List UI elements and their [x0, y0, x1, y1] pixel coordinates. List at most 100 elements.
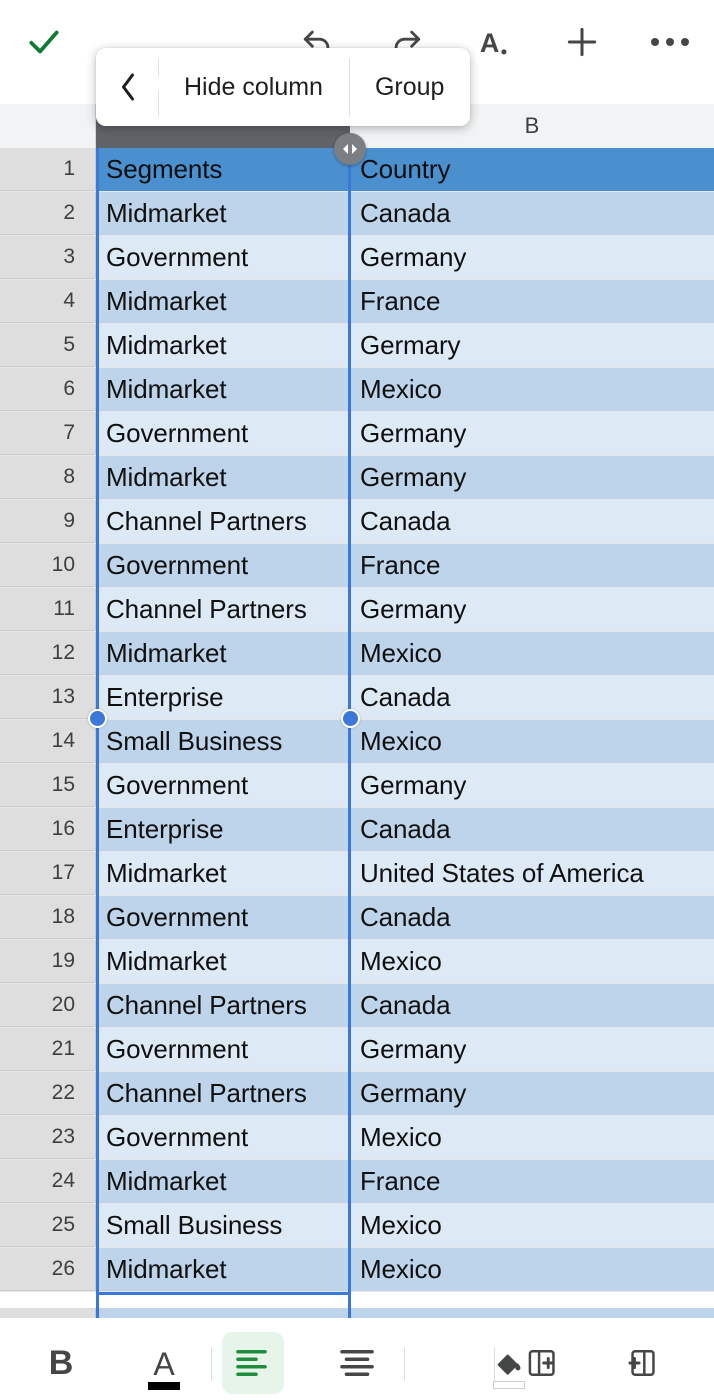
cell-country[interactable]: Country [350, 148, 714, 191]
row-header[interactable]: 26 [0, 1248, 96, 1291]
selection-handle-left[interactable] [88, 709, 107, 728]
row-header[interactable]: 14 [0, 720, 96, 763]
row-header[interactable]: 6 [0, 368, 96, 411]
insert-column-left-icon[interactable] [612, 1332, 674, 1394]
table-row[interactable]: 10 Government France [0, 544, 714, 588]
cell-country[interactable]: Canada [350, 984, 714, 1027]
cell-country[interactable]: Germany [350, 588, 714, 631]
row-header[interactable]: 2 [0, 192, 96, 235]
cell-country[interactable]: Mexico [350, 632, 714, 675]
cell-country[interactable]: Germany [350, 412, 714, 455]
table-row[interactable]: 5 Midmarket Germary [0, 324, 714, 368]
row-header[interactable]: 21 [0, 1028, 96, 1071]
table-row[interactable]: 11 Channel Partners Germany [0, 588, 714, 632]
table-row[interactable]: 19 Midmarket Mexico [0, 940, 714, 984]
table-row[interactable]: 7 Government Germany [0, 412, 714, 456]
cell-segments[interactable]: Government [96, 1116, 350, 1159]
cell-segments[interactable]: Midmarket [96, 1160, 350, 1203]
text-format-icon[interactable]: A [466, 14, 522, 70]
cell-country[interactable]: Canada [350, 192, 714, 235]
more-options-icon[interactable] [642, 14, 698, 70]
cell-country[interactable]: Germany [350, 456, 714, 499]
cell-country[interactable]: France [350, 544, 714, 587]
cell-segments[interactable]: Midmarket [96, 456, 350, 499]
insert-column-right-icon[interactable] [512, 1332, 574, 1394]
cell-country[interactable]: Germany [350, 1028, 714, 1071]
menu-item-hide-column[interactable]: Hide column [158, 48, 349, 126]
align-left-icon[interactable] [222, 1332, 284, 1394]
row-header[interactable]: 13 [0, 676, 96, 719]
cell-segments[interactable]: Channel Partners [96, 1072, 350, 1115]
cell-segments[interactable]: Channel Partners [96, 500, 350, 543]
row-header[interactable]: 18 [0, 896, 96, 939]
row-header[interactable]: 10 [0, 544, 96, 587]
cell-segments[interactable]: Midmarket [96, 324, 350, 367]
row-header[interactable]: 5 [0, 324, 96, 367]
table-row[interactable]: 26 Midmarket Mexico [0, 1248, 714, 1292]
row-header[interactable]: 12 [0, 632, 96, 675]
bold-icon[interactable]: B [30, 1332, 92, 1394]
cell-segments[interactable]: Midmarket [96, 192, 350, 235]
table-row[interactable]: 24 Midmarket France [0, 1160, 714, 1204]
table-row[interactable]: 20 Channel Partners Canada [0, 984, 714, 1028]
row-header[interactable]: 11 [0, 588, 96, 631]
table-row[interactable]: 3 Government Germany [0, 236, 714, 280]
table-row[interactable]: 17 Midmarket United States of America [0, 852, 714, 896]
cell-country[interactable]: Mexico [350, 940, 714, 983]
row-header[interactable]: 1 [0, 148, 96, 191]
row-header[interactable]: 15 [0, 764, 96, 807]
table-row[interactable]: 25 Small Business Mexico [0, 1204, 714, 1248]
cell-country[interactable]: France [350, 280, 714, 323]
cell-country[interactable]: Germany [350, 236, 714, 279]
cell-segments[interactable]: Government [96, 764, 350, 807]
cell-country[interactable]: Mexico [350, 1248, 714, 1291]
table-row[interactable]: 2 Midmarket Canada [0, 192, 714, 236]
row-header[interactable]: 3 [0, 236, 96, 279]
spreadsheet-grid[interactable]: 1 Segments Country 2 Midmarket Canada 3 Governm… [0, 148, 714, 1308]
row-header[interactable]: 19 [0, 940, 96, 983]
table-row[interactable]: 6 Midmarket Mexico [0, 368, 714, 412]
table-row[interactable]: 12 Midmarket Mexico [0, 632, 714, 676]
row-header[interactable]: 8 [0, 456, 96, 499]
cell-segments[interactable]: Midmarket [96, 632, 350, 675]
cell-country[interactable]: Germany [350, 1072, 714, 1115]
cell-country[interactable]: Germany [350, 764, 714, 807]
cell-country[interactable]: United States of America [350, 852, 714, 895]
row-header[interactable]: 9 [0, 500, 96, 543]
cell-segments[interactable]: Government [96, 236, 350, 279]
table-row[interactable]: 22 Channel Partners Germany [0, 1072, 714, 1116]
table-row[interactable]: 18 Government Canada [0, 896, 714, 940]
cell-country[interactable]: Germary [350, 324, 714, 367]
cell-segments[interactable]: Small Business [96, 1204, 350, 1247]
row-header[interactable]: 16 [0, 808, 96, 851]
column-resize-handle[interactable] [334, 133, 366, 165]
cell-segments[interactable]: Small Business [96, 720, 350, 763]
select-all-corner[interactable] [0, 104, 96, 148]
cell-country[interactable]: Mexico [350, 1116, 714, 1159]
cell-segments[interactable]: Enterprise [96, 808, 350, 851]
row-header[interactable]: 7 [0, 412, 96, 455]
table-row[interactable]: 9 Channel Partners Canada [0, 500, 714, 544]
row-header[interactable]: 24 [0, 1160, 96, 1203]
cell-segments[interactable]: Government [96, 896, 350, 939]
row-header[interactable]: 20 [0, 984, 96, 1027]
add-icon[interactable] [554, 14, 610, 70]
text-color-icon[interactable]: A [133, 1339, 195, 1400]
cell-country[interactable]: Canada [350, 676, 714, 719]
row-header[interactable]: 17 [0, 852, 96, 895]
cell-country[interactable]: Mexico [350, 1204, 714, 1247]
cell-segments[interactable]: Midmarket [96, 1248, 350, 1291]
row-header[interactable]: 25 [0, 1204, 96, 1247]
cell-country[interactable]: France [350, 1160, 714, 1203]
accept-check-icon[interactable] [16, 14, 72, 70]
table-row[interactable]: 8 Midmarket Germany [0, 456, 714, 500]
row-header[interactable]: 4 [0, 280, 96, 323]
selection-handle-right[interactable] [341, 709, 360, 728]
cell-country[interactable]: Mexico [350, 368, 714, 411]
table-row[interactable]: 23 Government Mexico [0, 1116, 714, 1160]
table-row[interactable]: 16 Enterprise Canada [0, 808, 714, 852]
cell-segments[interactable]: Segments [96, 148, 350, 191]
cell-segments[interactable]: Enterprise [96, 676, 350, 719]
cell-country[interactable]: Canada [350, 500, 714, 543]
table-row[interactable]: 4 Midmarket France [0, 280, 714, 324]
